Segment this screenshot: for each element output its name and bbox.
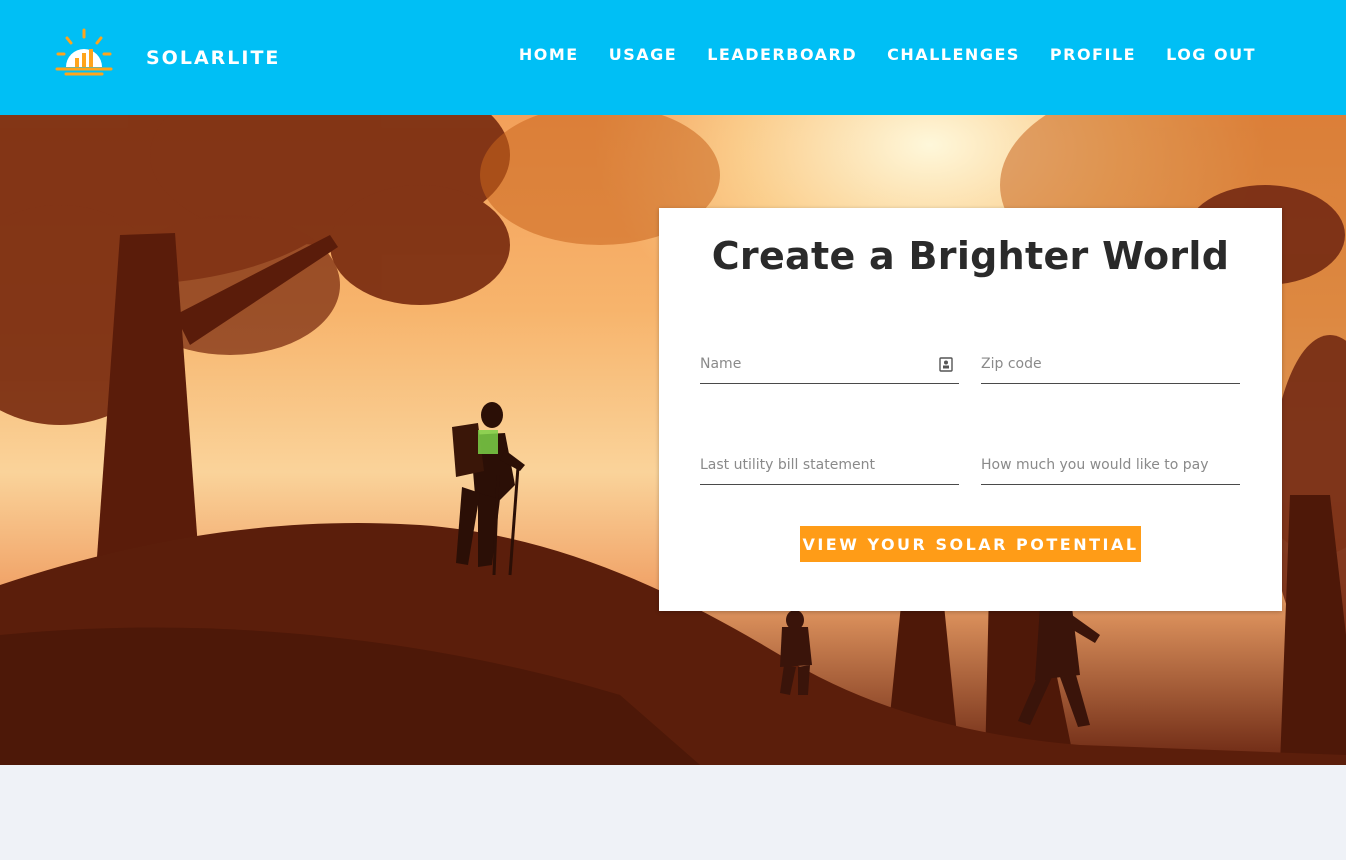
name-field-wrapper xyxy=(700,344,959,384)
nav-leaderboard[interactable]: LEADERBOARD xyxy=(707,45,857,64)
brand-name[interactable]: SOLARLITE xyxy=(146,47,280,69)
zip-field-wrapper xyxy=(981,344,1240,384)
main-nav: HOME USAGE LEADERBOARD CHALLENGES PROFIL… xyxy=(519,45,1256,64)
pay-field-wrapper xyxy=(981,445,1240,485)
signup-form-card: Create a Brighter World VIEW YOUR SOLAR … xyxy=(659,208,1282,611)
nav-usage[interactable]: USAGE xyxy=(609,45,677,64)
nav-challenges[interactable]: CHALLENGES xyxy=(887,45,1020,64)
contact-card-icon xyxy=(939,357,953,372)
sun-bar-chart-icon[interactable] xyxy=(54,27,114,79)
nav-profile[interactable]: PROFILE xyxy=(1050,45,1136,64)
nav-log-out[interactable]: LOG OUT xyxy=(1166,45,1256,64)
bill-field-wrapper xyxy=(700,445,959,485)
form-title: Create a Brighter World xyxy=(711,234,1230,278)
nav-home[interactable]: HOME xyxy=(519,45,579,64)
top-navbar: SOLARLITE HOME USAGE LEADERBOARD CHALLEN… xyxy=(0,0,1346,115)
name-input[interactable] xyxy=(700,344,959,383)
desired-payment-input[interactable] xyxy=(981,445,1240,484)
utility-bill-input[interactable] xyxy=(700,445,959,484)
page-footer-area xyxy=(0,765,1346,860)
zip-code-input[interactable] xyxy=(981,344,1240,383)
view-solar-potential-button[interactable]: VIEW YOUR SOLAR POTENTIAL xyxy=(800,526,1141,562)
